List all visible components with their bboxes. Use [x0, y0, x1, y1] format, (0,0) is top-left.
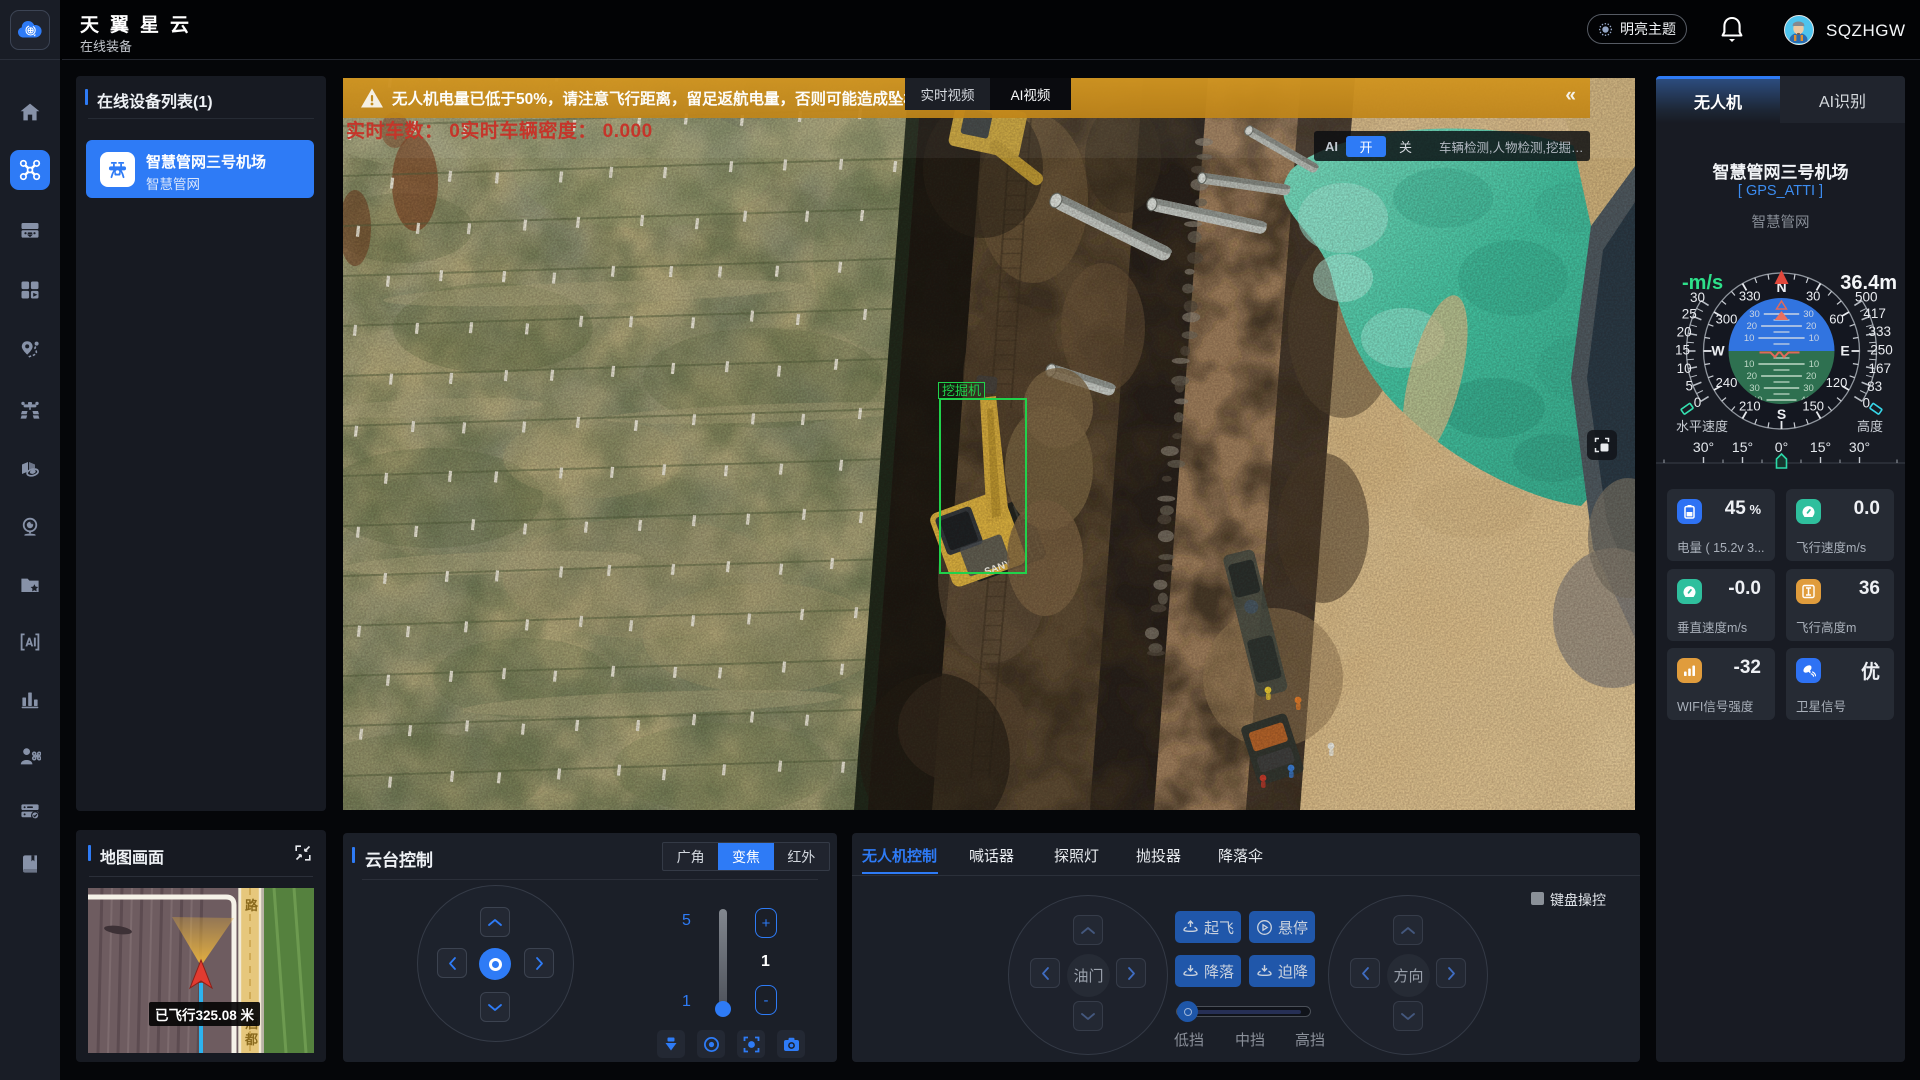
- svg-text:15°: 15°: [1732, 439, 1753, 455]
- svg-text:S: S: [1777, 406, 1786, 422]
- svg-text:417: 417: [1863, 306, 1886, 321]
- svg-text:120: 120: [1826, 375, 1848, 390]
- svg-text:20: 20: [1677, 324, 1692, 339]
- svg-text:20: 20: [1806, 371, 1817, 382]
- svg-text:15°: 15°: [1810, 439, 1831, 455]
- svg-text:30°: 30°: [1693, 439, 1714, 455]
- svg-text:都: 都: [244, 1032, 258, 1047]
- svg-text:10: 10: [1744, 333, 1755, 344]
- svg-text:330: 330: [1739, 288, 1761, 303]
- svg-text:300: 300: [1716, 312, 1738, 327]
- svg-text:30: 30: [1803, 309, 1814, 320]
- svg-text:30: 30: [1806, 288, 1820, 303]
- svg-text:250: 250: [1870, 343, 1893, 358]
- svg-text:83: 83: [1867, 379, 1882, 394]
- svg-text:150: 150: [1802, 398, 1824, 413]
- svg-text:167: 167: [1869, 361, 1892, 376]
- svg-text:W: W: [1711, 343, 1725, 359]
- svg-text:10: 10: [1809, 333, 1820, 344]
- svg-text:路: 路: [245, 898, 259, 913]
- svg-text:0: 0: [1863, 396, 1871, 411]
- svg-text:30°: 30°: [1849, 439, 1870, 455]
- svg-text:10: 10: [1677, 361, 1692, 376]
- svg-text:10: 10: [1744, 359, 1755, 370]
- svg-text:10: 10: [1809, 359, 1820, 370]
- svg-text:30: 30: [1690, 290, 1705, 305]
- svg-text:E: E: [1840, 343, 1849, 359]
- svg-text:20: 20: [1747, 371, 1758, 382]
- svg-text:240: 240: [1716, 375, 1738, 390]
- svg-text:0°: 0°: [1775, 439, 1788, 455]
- svg-text:30: 30: [1749, 383, 1760, 394]
- svg-text:15: 15: [1675, 343, 1690, 358]
- svg-text:20: 20: [1806, 321, 1817, 332]
- svg-text:20: 20: [1747, 321, 1758, 332]
- svg-text:333: 333: [1869, 324, 1892, 339]
- svg-text:210: 210: [1739, 398, 1761, 413]
- svg-text:60: 60: [1829, 312, 1843, 327]
- svg-text:500: 500: [1855, 290, 1878, 305]
- svg-text:30: 30: [1749, 309, 1760, 320]
- svg-text:5: 5: [1686, 379, 1694, 394]
- svg-text:25: 25: [1682, 307, 1697, 322]
- svg-text:30: 30: [1803, 383, 1814, 394]
- svg-text:0: 0: [1694, 395, 1702, 410]
